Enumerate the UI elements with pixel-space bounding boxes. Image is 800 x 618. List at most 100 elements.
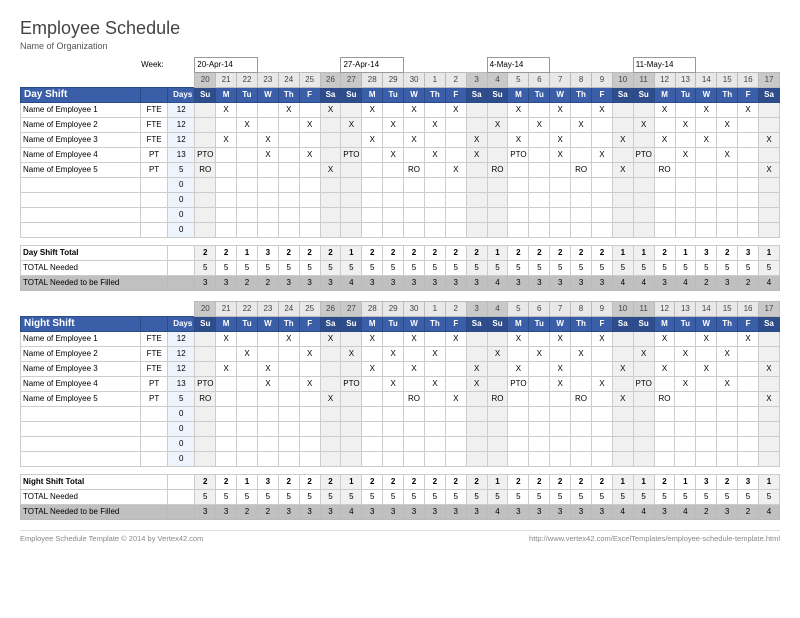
- needed-cell[interactable]: 5: [320, 490, 341, 505]
- shift-cell[interactable]: [320, 377, 341, 392]
- shift-cell[interactable]: [717, 332, 738, 347]
- shift-cell[interactable]: [550, 347, 571, 362]
- shift-cell[interactable]: [341, 133, 362, 148]
- shift-cell[interactable]: [550, 163, 571, 178]
- needed-cell[interactable]: 5: [508, 261, 529, 276]
- shift-cell[interactable]: X: [299, 377, 320, 392]
- shift-cell[interactable]: RO: [487, 392, 508, 407]
- needed-cell[interactable]: 5: [278, 490, 299, 505]
- shift-cell[interactable]: [571, 362, 592, 377]
- shift-cell[interactable]: [424, 362, 445, 377]
- shift-cell[interactable]: [237, 133, 258, 148]
- employee-name[interactable]: Name of Employee 5: [21, 163, 141, 178]
- shift-cell[interactable]: RO: [654, 163, 675, 178]
- shift-cell[interactable]: X: [445, 332, 466, 347]
- shift-cell[interactable]: X: [383, 377, 404, 392]
- needed-cell[interactable]: 5: [383, 261, 404, 276]
- shift-cell[interactable]: [696, 392, 717, 407]
- needed-cell[interactable]: 5: [738, 261, 759, 276]
- needed-cell[interactable]: 5: [508, 490, 529, 505]
- shift-cell[interactable]: X: [508, 133, 529, 148]
- shift-cell[interactable]: [675, 103, 696, 118]
- shift-cell[interactable]: [466, 392, 487, 407]
- shift-cell[interactable]: [592, 133, 613, 148]
- shift-cell[interactable]: [550, 392, 571, 407]
- shift-cell[interactable]: [612, 148, 633, 163]
- needed-cell[interactable]: 5: [633, 490, 654, 505]
- shift-cell[interactable]: [216, 377, 237, 392]
- shift-cell[interactable]: X: [571, 347, 592, 362]
- shift-cell[interactable]: [278, 392, 299, 407]
- shift-cell[interactable]: [216, 392, 237, 407]
- shift-cell[interactable]: X: [383, 347, 404, 362]
- shift-cell[interactable]: X: [466, 133, 487, 148]
- shift-cell[interactable]: X: [424, 377, 445, 392]
- shift-cell[interactable]: [424, 332, 445, 347]
- shift-cell[interactable]: [195, 118, 216, 133]
- shift-cell[interactable]: [508, 392, 529, 407]
- shift-cell[interactable]: [320, 148, 341, 163]
- shift-cell[interactable]: [696, 148, 717, 163]
- shift-cell[interactable]: X: [529, 347, 550, 362]
- shift-cell[interactable]: X: [717, 148, 738, 163]
- shift-cell[interactable]: [299, 163, 320, 178]
- shift-cell[interactable]: X: [362, 362, 383, 377]
- shift-cell[interactable]: [237, 163, 258, 178]
- shift-cell[interactable]: [257, 392, 278, 407]
- needed-cell[interactable]: 5: [717, 261, 738, 276]
- shift-cell[interactable]: [445, 377, 466, 392]
- shift-cell[interactable]: X: [404, 332, 425, 347]
- shift-cell[interactable]: [738, 163, 759, 178]
- shift-cell[interactable]: [591, 347, 612, 362]
- employee-name[interactable]: Name of Employee 5: [21, 392, 141, 407]
- needed-cell[interactable]: 5: [362, 261, 383, 276]
- employee-type[interactable]: PT: [141, 163, 168, 178]
- shift-cell[interactable]: [571, 133, 592, 148]
- shift-cell[interactable]: [738, 118, 759, 133]
- shift-cell[interactable]: [278, 118, 299, 133]
- shift-cell[interactable]: [320, 118, 341, 133]
- shift-cell[interactable]: [299, 362, 320, 377]
- needed-cell[interactable]: 5: [675, 490, 696, 505]
- shift-cell[interactable]: [341, 362, 362, 377]
- shift-cell[interactable]: X: [550, 133, 571, 148]
- employee-type[interactable]: FTE: [141, 347, 168, 362]
- shift-cell[interactable]: [466, 332, 487, 347]
- needed-cell[interactable]: 5: [758, 490, 779, 505]
- shift-cell[interactable]: X: [654, 362, 675, 377]
- shift-cell[interactable]: [717, 163, 738, 178]
- week-start[interactable]: 4-May-14: [487, 58, 550, 73]
- shift-cell[interactable]: [633, 103, 654, 118]
- needed-cell[interactable]: 5: [738, 490, 759, 505]
- shift-cell[interactable]: [487, 133, 508, 148]
- shift-cell[interactable]: [508, 163, 529, 178]
- shift-cell[interactable]: X: [717, 347, 738, 362]
- shift-cell[interactable]: X: [341, 118, 362, 133]
- shift-cell[interactable]: [216, 118, 237, 133]
- shift-cell[interactable]: [487, 148, 508, 163]
- needed-cell[interactable]: 5: [341, 490, 362, 505]
- shift-cell[interactable]: [299, 392, 320, 407]
- shift-cell[interactable]: [487, 103, 508, 118]
- needed-cell[interactable]: 5: [424, 261, 445, 276]
- shift-cell[interactable]: X: [445, 392, 466, 407]
- shift-cell[interactable]: X: [738, 332, 759, 347]
- shift-cell[interactable]: X: [592, 148, 613, 163]
- shift-cell[interactable]: X: [612, 133, 633, 148]
- shift-cell[interactable]: X: [362, 133, 383, 148]
- shift-cell[interactable]: [758, 347, 779, 362]
- shift-cell[interactable]: [633, 392, 654, 407]
- shift-cell[interactable]: [341, 392, 362, 407]
- employee-type[interactable]: FTE: [141, 362, 168, 377]
- shift-cell[interactable]: [591, 362, 612, 377]
- needed-cell[interactable]: 5: [654, 490, 675, 505]
- shift-cell[interactable]: [341, 163, 362, 178]
- needed-cell[interactable]: 5: [216, 490, 237, 505]
- shift-cell[interactable]: [216, 163, 237, 178]
- shift-cell[interactable]: [508, 118, 529, 133]
- shift-cell[interactable]: X: [257, 377, 278, 392]
- needed-cell[interactable]: 5: [675, 261, 696, 276]
- shift-cell[interactable]: [404, 377, 425, 392]
- shift-cell[interactable]: [675, 163, 696, 178]
- employee-type[interactable]: FTE: [141, 103, 168, 118]
